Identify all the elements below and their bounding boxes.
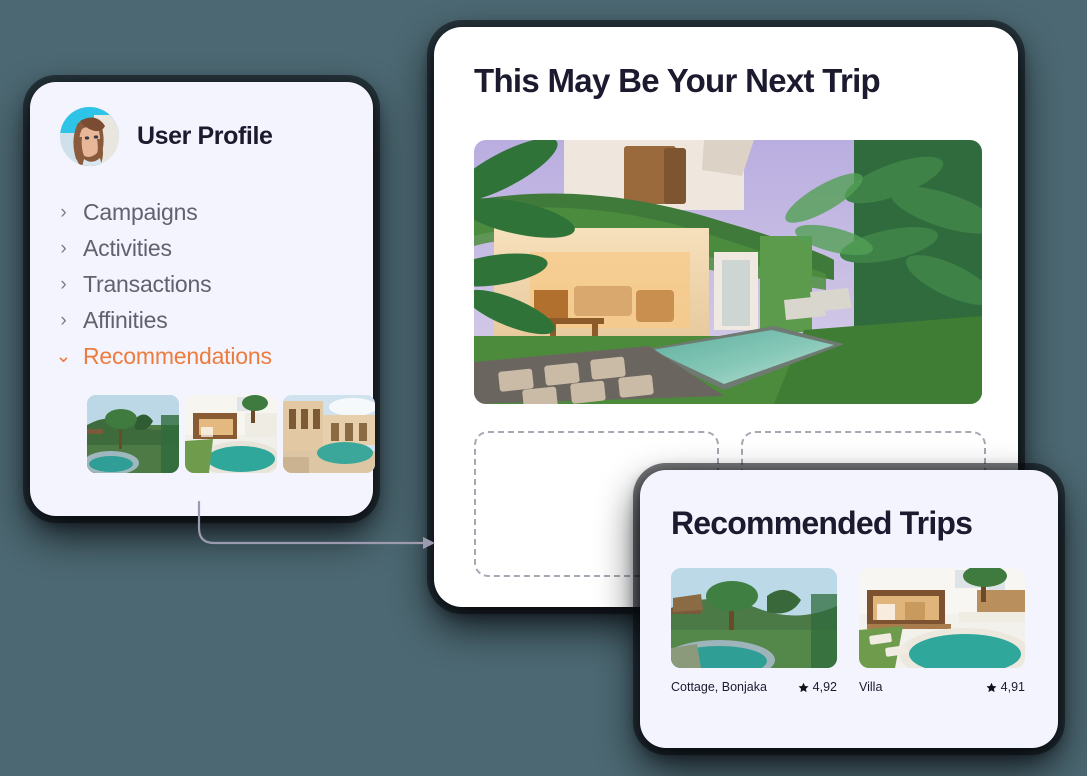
recommended-trips-grid: Cottage, Bonjaka 4,92 Villa 4,91: [671, 568, 1025, 694]
sidebar-item-label: Transactions: [83, 270, 212, 297]
recommended-trips-title: Recommended Trips: [671, 505, 973, 541]
sidebar-item-label: Activities: [83, 234, 172, 261]
screen: This May Be Your Next Trip User Profile …: [0, 0, 1087, 776]
jungle-infinity-pool-image: [671, 568, 837, 668]
chevron-down-icon: ⌄: [55, 345, 72, 367]
chevron-right-icon: ›: [60, 273, 67, 295]
star-icon: [986, 682, 997, 692]
sidebar-item-campaigns[interactable]: › Campaigns: [58, 194, 348, 230]
page-title: User Profile: [137, 122, 273, 150]
tropical-villa-pool-at-dusk-illustration: [474, 140, 982, 404]
avatar[interactable]: [60, 107, 119, 166]
sidebar-nav: › Campaigns › Activities › Transactions …: [55, 194, 348, 374]
chevron-right-icon: ›: [60, 201, 67, 223]
recommendation-thumbnails: [87, 395, 375, 473]
sidebar-item-label: Campaigns: [83, 198, 198, 225]
page-title: This May Be Your Next Trip: [474, 62, 881, 99]
trip-meta: Villa 4,91: [859, 680, 1025, 694]
sidebar-item-label: Affinities: [83, 306, 168, 333]
chevron-right-icon: ›: [60, 237, 67, 259]
trip-rating: 4,92: [798, 680, 837, 694]
sidebar-item-recommendations[interactable]: ⌄ Recommendations: [55, 338, 348, 374]
user-profile-panel: User Profile › Campaigns › Activities › …: [30, 82, 375, 516]
sidebar-item-transactions[interactable]: › Transactions: [58, 266, 348, 302]
trip-card[interactable]: Cottage, Bonjaka 4,92: [671, 568, 837, 694]
adobe-house-pool-thumbnail[interactable]: [283, 395, 375, 473]
jungle-infinity-pool-thumbnail[interactable]: [87, 395, 179, 473]
trip-card[interactable]: Villa 4,91: [859, 568, 1025, 694]
trip-name: Villa: [859, 680, 883, 694]
user-avatar-photo: [60, 107, 119, 166]
chevron-right-icon: ›: [60, 309, 67, 331]
hero-image[interactable]: [474, 140, 982, 404]
sidebar-item-label: Recommendations: [83, 342, 272, 369]
sidebar-item-affinities[interactable]: › Affinities: [58, 302, 348, 338]
trip-meta: Cottage, Bonjaka 4,92: [671, 680, 837, 694]
trip-rating: 4,91: [986, 680, 1025, 694]
sidebar-item-activities[interactable]: › Activities: [58, 230, 348, 266]
star-icon: [798, 682, 809, 692]
modern-villa-pool-image: [859, 568, 1025, 668]
trip-rating-value: 4,91: [1000, 680, 1025, 694]
trip-name: Cottage, Bonjaka: [671, 680, 767, 694]
profile-header: User Profile: [60, 107, 273, 166]
recommended-trips-panel: Recommended Trips Cottage, Bonjaka 4,92 …: [640, 470, 1058, 748]
modern-villa-pool-thumbnail[interactable]: [185, 395, 277, 473]
trip-rating-value: 4,92: [812, 680, 837, 694]
